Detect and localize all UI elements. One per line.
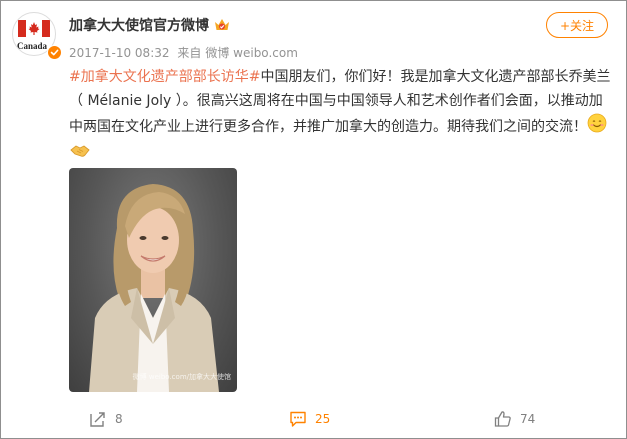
comment-count: 25 <box>315 412 331 426</box>
like-button[interactable]: 74 <box>494 409 535 429</box>
handshake-emoji-icon <box>69 141 91 169</box>
portrait-image <box>89 184 219 392</box>
thumbs-up-icon <box>494 411 511 427</box>
post-photo[interactable]: 微博 weibo.com/加拿大大使馆 <box>69 168 237 392</box>
crown-vip-icon[interactable] <box>213 17 231 33</box>
smile-emoji-icon <box>587 113 607 141</box>
repost-button[interactable]: 8 <box>89 409 123 429</box>
post-source[interactable]: 微博 weibo.com <box>205 46 298 60</box>
follow-button-label: +关注 <box>559 18 595 33</box>
follow-button[interactable]: +关注 <box>546 12 608 38</box>
user-name[interactable]: 加拿大大使馆官方微博 <box>69 15 209 35</box>
action-bar: 8 25 74 <box>1 401 626 437</box>
verified-badge-icon <box>47 45 62 60</box>
comment-icon <box>290 411 306 427</box>
name-row: 加拿大大使馆官方微博 <box>69 15 231 35</box>
repost-count: 8 <box>115 412 123 426</box>
topic-link[interactable]: #加拿大文化遗产部部长访华# <box>69 69 260 85</box>
canada-flag-icon <box>18 20 50 37</box>
post-time[interactable]: 2017-1-10 08:32 <box>69 46 170 60</box>
weibo-post-card: Canada 加拿大大使馆官方微博 2017-1-10 08:32 来自 微博 w… <box>0 0 627 439</box>
source-prefix: 来自 <box>177 46 202 60</box>
post-meta: 2017-1-10 08:32 来自 微博 weibo.com <box>69 44 302 61</box>
like-count: 74 <box>520 412 536 426</box>
repost-icon <box>90 412 105 427</box>
post-text: #加拿大文化遗产部部长访华#中国朋友们，你们好！我是加拿大文化遗产部部长乔美兰（… <box>69 65 613 169</box>
photo-watermark: 微博 weibo.com/加拿大大使馆 <box>132 373 231 381</box>
comment-button[interactable]: 25 <box>289 409 330 429</box>
